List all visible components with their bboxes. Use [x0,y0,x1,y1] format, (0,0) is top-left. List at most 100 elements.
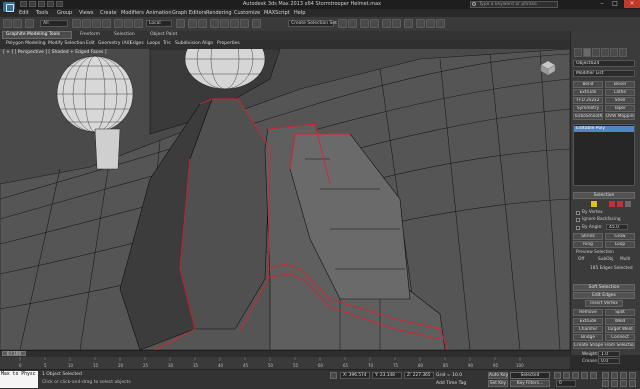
rendered-frame-window-icon[interactable] [426,19,435,28]
border-mode-icon[interactable] [609,201,615,207]
ribbon-polygon-modeling[interactable]: Polygon Modeling [6,41,46,46]
preview-subobj-radio[interactable]: SubObj [598,257,613,262]
track-bar[interactable] [0,357,570,369]
vertex-mode-icon[interactable] [590,200,598,208]
next-frame-icon[interactable] [581,372,588,379]
modify-tab-icon[interactable] [583,48,591,57]
object-name-field[interactable]: Object024 [573,60,635,67]
modifier-symmetry-button[interactable]: Symmetry [573,105,603,112]
tab-selection[interactable]: Selection [114,32,135,37]
edit-edges-rollout-header[interactable]: Edit Edges [573,292,635,299]
maximize-button[interactable]: □ [609,0,621,8]
field-of-view-icon[interactable] [602,380,609,387]
tab-graphite-modeling-tools[interactable]: Graphite Modeling Tools [6,32,60,37]
element-mode-icon[interactable] [625,201,631,207]
motion-tab-icon[interactable] [601,48,609,57]
link-icon[interactable] [25,19,34,28]
modifier-shell-button[interactable]: Shell [605,97,635,104]
perspective-viewport[interactable] [0,49,570,350]
menu-group[interactable]: Group [57,10,72,16]
render-setup-icon[interactable] [416,19,425,28]
extrude-button[interactable]: Extrude [573,318,603,325]
menu-rendering[interactable]: Rendering [206,10,232,16]
move-icon[interactable] [114,19,123,28]
menu-modifiers[interactable]: Modifiers [121,10,144,16]
polygon-mode-icon[interactable] [617,201,623,207]
named-selection-dropdown[interactable]: Create Selection Set [288,20,337,27]
auto-key-button[interactable]: Auto Key [488,372,508,379]
key-mode-dropdown[interactable]: Selected [510,372,550,379]
scale-icon[interactable] [134,19,143,28]
modifier-turbosmooth-button[interactable]: TurboSmooth [573,113,603,120]
undo-icon[interactable] [47,1,54,7]
selection-filter-dropdown[interactable]: All [40,20,68,27]
by-angle-checkbox[interactable] [576,226,580,230]
modifier-bevel-button[interactable]: Bevel [605,81,635,88]
rect-selection-icon[interactable] [92,19,101,28]
menu-edit[interactable]: Edit [19,10,29,16]
modifier-uvw-mapping-button[interactable]: UVW Mapping Cle [605,113,635,120]
tab-object-paint[interactable]: Object Paint [150,32,177,37]
menu-graph-editors[interactable]: Graph Editors [172,10,206,16]
mirror-icon[interactable] [338,19,347,28]
create-tab-icon[interactable] [574,48,582,57]
ribbon-align[interactable]: Align [202,41,213,46]
go-to-end-icon[interactable] [590,372,597,379]
insert-vertex-button[interactable]: Insert Vertex [585,300,623,307]
menu-create[interactable]: Create [100,10,117,16]
keyboard-shortcut-icon[interactable] [198,19,207,28]
menu-animation[interactable]: Animation [146,10,172,16]
lock-selection-icon[interactable] [330,372,337,379]
display-tab-icon[interactable] [610,48,618,57]
ribbon-properties[interactable]: Properties [217,41,240,46]
ribbon-edit[interactable]: Edit [86,41,95,46]
new-file-icon[interactable] [20,1,27,7]
create-shape-button[interactable]: Create Shape From Selection [573,342,635,349]
preview-off-radio[interactable]: Off [578,257,584,262]
utilities-tab-icon[interactable] [619,48,627,57]
edit-named-selection-icon[interactable] [252,19,261,28]
hierarchy-tab-icon[interactable] [592,48,600,57]
maximize-viewport-icon[interactable] [629,380,636,387]
close-button[interactable]: × [624,0,640,8]
modifier-extrude-button[interactable]: Extrude [573,89,603,96]
menu-customize[interactable]: Customize [234,10,260,16]
ribbon-tris[interactable]: Tris [163,41,171,46]
modifier-lathe-button[interactable]: Lathe [605,89,635,96]
open-file-icon[interactable] [29,1,36,7]
weld-button[interactable]: Weld [605,318,635,325]
search-input[interactable]: Type a keyword or phrase [470,1,558,8]
zoom-icon[interactable] [602,372,609,379]
spinner-snap-icon[interactable] [240,19,249,28]
chamfer-button[interactable]: Chamfer [573,326,603,333]
align-icon[interactable] [348,19,357,28]
orbit-icon[interactable] [629,372,636,379]
soft-selection-rollout-header[interactable]: Soft Selection [573,284,635,291]
by-angle-spinner[interactable]: 45.0 [606,224,628,230]
split-button[interactable]: Split [605,309,635,316]
angle-snap-icon[interactable] [220,19,229,28]
coord-y-field[interactable]: Y: 23.148 [372,372,402,379]
play-icon[interactable] [572,372,579,379]
crease-spinner[interactable]: 0.0 [598,358,620,364]
modifier-bend-button[interactable]: Bend [573,81,603,88]
weight-spinner[interactable]: 1.0 [598,351,620,357]
redo-icon[interactable] [13,19,22,28]
zoom-all-icon[interactable] [611,372,618,379]
ribbon-loops[interactable]: Loops [147,41,160,46]
material-editor-icon[interactable] [404,19,413,28]
menu-tools[interactable]: Tools [36,10,48,16]
ribbon-subdivision[interactable]: Subdivision [175,41,201,46]
set-key-button[interactable]: Set Key [488,380,508,387]
remove-button[interactable]: Remove [573,309,603,316]
curve-editor-icon[interactable] [382,19,391,28]
layer-manager-icon[interactable] [360,19,369,28]
time-slider-handle[interactable]: 0 / 100 [2,351,26,356]
maxscript-mini-listener[interactable]: Max to Physc [0,371,38,388]
rotate-icon[interactable] [124,19,133,28]
by-vertex-checkbox[interactable] [576,211,580,215]
graphite-toggle-icon[interactable] [370,19,379,28]
pan-icon[interactable] [620,372,627,379]
ribbon-edges[interactable]: Edges [130,41,144,46]
tab-freeform[interactable]: Freeform [80,32,100,37]
